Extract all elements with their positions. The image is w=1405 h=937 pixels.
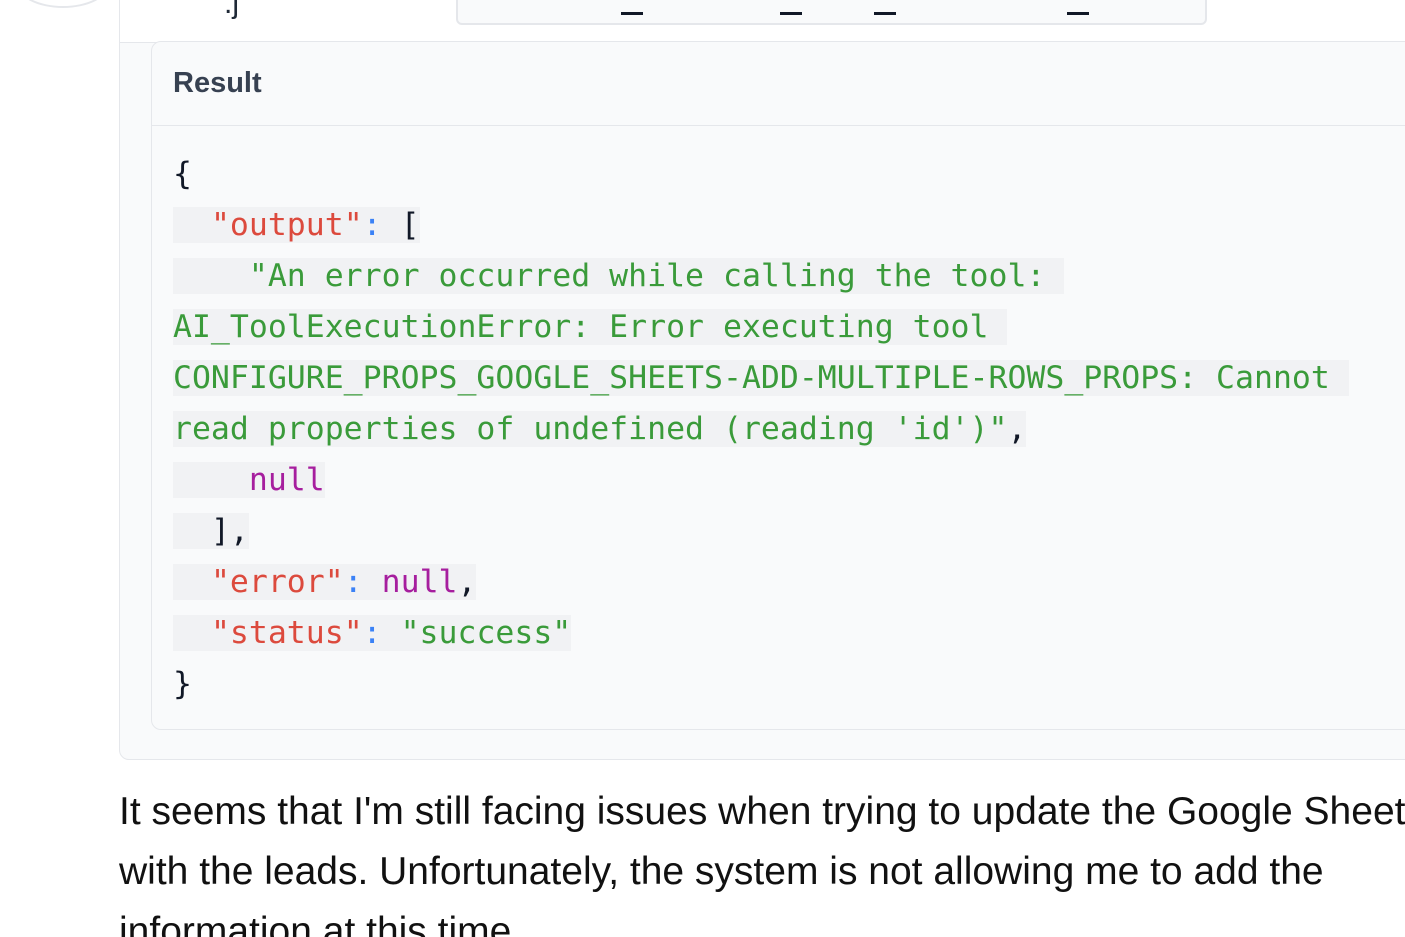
json-line: { bbox=[173, 149, 1349, 200]
json-line: null bbox=[173, 455, 1349, 506]
result-card: Result { "output": [ "An error occurred … bbox=[151, 41, 1405, 730]
underscore-glyph bbox=[621, 12, 643, 15]
json-null-value: null bbox=[381, 564, 458, 600]
underscore-glyph bbox=[1067, 12, 1089, 15]
json-line: "error": null, bbox=[173, 557, 1349, 608]
json-open-brace: { bbox=[173, 156, 192, 192]
json-close-brace: } bbox=[173, 666, 192, 702]
json-close-bracket: ] bbox=[210, 513, 230, 549]
json-status-value: "success" bbox=[400, 615, 572, 651]
json-comma: , bbox=[229, 513, 249, 549]
json-output-string: read properties of undefined (reading 'i… bbox=[173, 411, 1008, 447]
json-null-value: null bbox=[248, 462, 325, 498]
assistant-message-line: It seems that I'm still facing issues wh… bbox=[119, 790, 1405, 833]
json-line: ], bbox=[173, 506, 1349, 557]
json-line: "status": "success" bbox=[173, 608, 1349, 659]
json-comma: , bbox=[1007, 411, 1027, 447]
assistant-message: It seems that I'm still facing issues wh… bbox=[119, 782, 1405, 937]
parameter-label-fragment: .ȷ bbox=[224, 0, 239, 20]
parameter-value-field bbox=[456, 0, 1207, 25]
json-key-status: "status" bbox=[210, 615, 363, 651]
json-line: "An error occurred while calling the too… bbox=[173, 251, 1349, 302]
json-line: "output": [ bbox=[173, 200, 1349, 251]
json-line: read properties of undefined (reading 'i… bbox=[173, 404, 1349, 455]
json-output-string: "An error occurred while calling the too… bbox=[248, 258, 1046, 294]
json-open-bracket: [ bbox=[400, 207, 420, 243]
json-colon: : bbox=[343, 564, 363, 600]
json-key-error: "error" bbox=[210, 564, 344, 600]
json-colon: : bbox=[362, 615, 382, 651]
tool-parameters-row: .ȷ bbox=[120, 0, 1405, 43]
json-line: AI_ToolExecutionError: Error executing t… bbox=[173, 302, 1349, 353]
assistant-message-line: with the leads. Unfortunately, the syste… bbox=[119, 850, 1324, 893]
json-colon: : bbox=[362, 207, 382, 243]
json-line: } bbox=[173, 659, 1349, 710]
result-json-block: { "output": [ "An error occurred while c… bbox=[173, 149, 1349, 710]
json-line: CONFIGURE_PROPS_GOOGLE_SHEETS-ADD-MULTIP… bbox=[173, 353, 1349, 404]
underscore-glyph bbox=[780, 12, 802, 15]
json-output-string: CONFIGURE_PROPS_GOOGLE_SHEETS-ADD-MULTIP… bbox=[173, 360, 1330, 396]
json-key-output: "output" bbox=[210, 207, 363, 243]
json-comma: , bbox=[457, 564, 477, 600]
underscore-glyph bbox=[874, 12, 896, 15]
result-header: Result bbox=[152, 42, 1405, 126]
chat-viewport: .ȷ Result { "output": [ "An error occurr… bbox=[0, 0, 1405, 937]
assistant-message-line: information at this time. bbox=[119, 910, 523, 937]
assistant-avatar bbox=[17, 0, 109, 8]
result-title: Result bbox=[173, 67, 262, 99]
json-output-string: AI_ToolExecutionError: Error executing t… bbox=[173, 309, 989, 345]
